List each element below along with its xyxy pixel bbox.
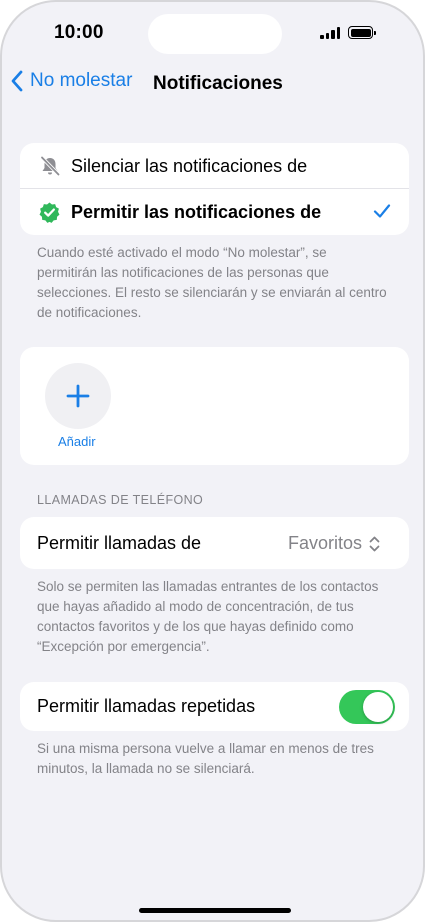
signal-icon — [320, 26, 340, 39]
add-label[interactable]: Añadir — [58, 434, 96, 449]
allow-calls-row[interactable]: Permitir llamadas de Favoritos — [20, 517, 409, 569]
repeated-calls-toggle[interactable] — [339, 690, 395, 724]
verified-badge-icon — [39, 202, 60, 223]
repeated-calls-row: Permitir llamadas repetidas — [20, 682, 409, 731]
option-allow-label: Permitir las notificaciones de — [71, 202, 322, 222]
allow-calls-label: Permitir llamadas de — [37, 533, 202, 553]
option-silence-label: Silenciar las notificaciones de — [71, 156, 308, 176]
repeated-calls-label: Permitir llamadas repetidas — [37, 696, 256, 716]
people-card: Añadir — [20, 347, 409, 465]
status-time: 10:00 — [54, 22, 104, 43]
option-allow[interactable]: Permitir las notificaciones de — [20, 189, 409, 235]
dynamic-island — [148, 14, 282, 54]
status-icons — [320, 26, 376, 39]
repeated-calls-footnote: Si una misma persona vuelve a llamar en … — [37, 741, 374, 776]
chevron-up-down-icon — [369, 536, 380, 551]
chevron-left-icon — [11, 70, 23, 92]
plus-icon — [66, 384, 90, 408]
bell-slash-icon — [40, 156, 60, 176]
home-indicator[interactable] — [139, 908, 291, 913]
page-title: Notificaciones — [153, 73, 283, 94]
add-person-button[interactable] — [45, 363, 111, 429]
allow-calls-value: Favoritos — [287, 533, 362, 553]
toggle-knob — [363, 692, 393, 722]
phone-screen: 10:00 No molestar Notificaciones Silenci… — [0, 0, 425, 922]
notification-options-card: Silenciar las notificaciones de Permitir… — [20, 143, 409, 235]
allow-calls-footnote: Solo se permiten las llamadas entrantes … — [37, 579, 379, 654]
option-silence[interactable]: Silenciar las notificaciones de — [20, 143, 409, 189]
options-footnote: Cuando esté activado el modo “No molesta… — [37, 245, 387, 320]
allow-calls-selector[interactable]: Favoritos — [288, 533, 380, 554]
checkmark-icon — [373, 204, 391, 218]
calls-section-header: LLAMADAS DE TELÉFONO — [37, 493, 204, 507]
back-button[interactable]: No molestar — [10, 70, 132, 92]
battery-icon — [348, 26, 376, 39]
back-label: No molestar — [30, 70, 133, 91]
